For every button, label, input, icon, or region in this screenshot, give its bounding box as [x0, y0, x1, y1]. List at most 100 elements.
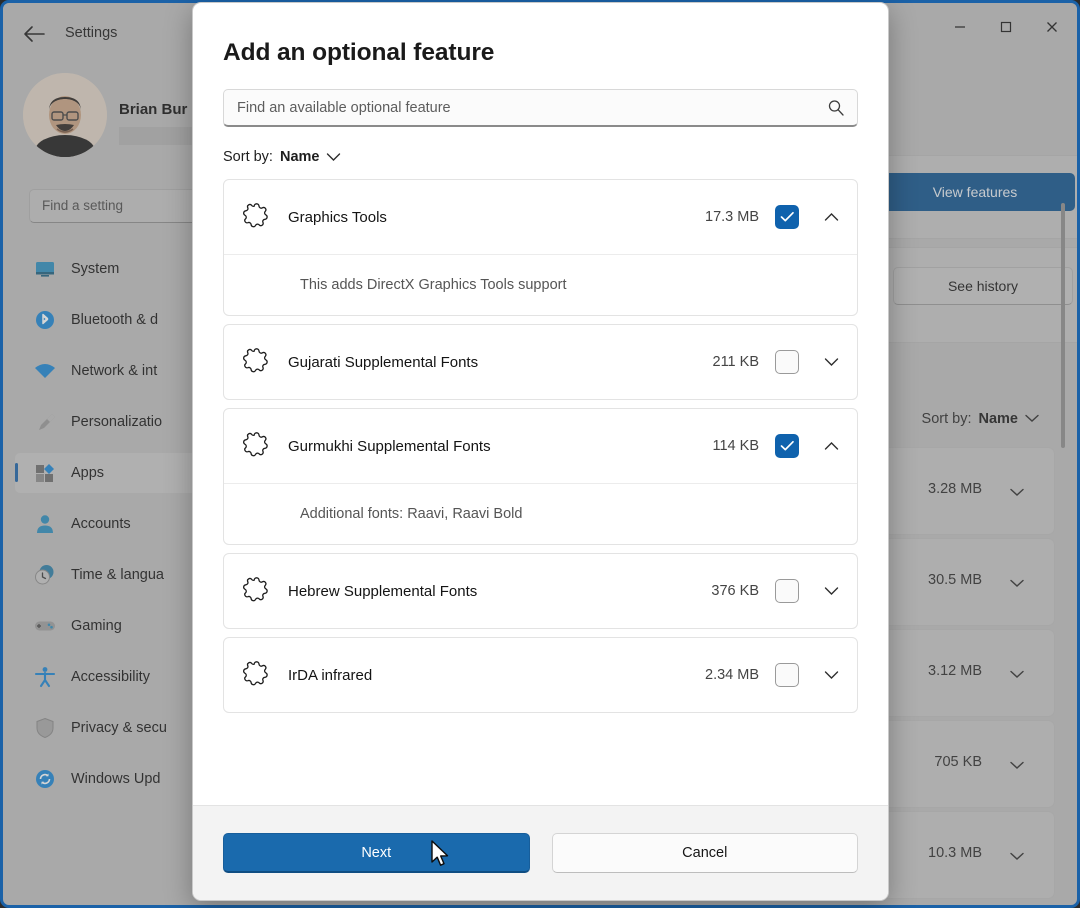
list-item[interactable]: Graphics Tools 17.3 MB This adds DirectX… [223, 179, 858, 316]
monitor-icon [33, 257, 57, 281]
cancel-button[interactable]: Cancel [551, 833, 858, 873]
minimize-button[interactable] [937, 9, 983, 45]
row-size: 3.28 MB [928, 481, 982, 497]
background-sort-by-label: Sort by: [921, 411, 972, 427]
settings-search-placeholder: Find a setting [42, 198, 124, 213]
optional-feature-list: Graphics Tools 17.3 MB This adds DirectX… [223, 179, 858, 713]
optional-feature-icon [242, 347, 272, 377]
feature-row[interactable]: IrDA infrared 2.34 MB [224, 638, 857, 712]
person-icon [33, 512, 57, 536]
chevron-down-icon[interactable] [821, 581, 841, 601]
view-features-button[interactable]: View features [875, 173, 1075, 211]
see-history-button[interactable]: See history [893, 267, 1073, 305]
sidebar-item-network[interactable]: Network & int [15, 351, 203, 391]
chevron-down-icon[interactable] [1010, 757, 1024, 775]
feature-size: 2.34 MB [705, 667, 759, 683]
list-item[interactable]: IrDA infrared 2.34 MB [223, 637, 858, 713]
row-size: 30.5 MB [928, 572, 982, 588]
optional-feature-icon [242, 576, 272, 606]
chevron-down-icon[interactable] [1010, 848, 1024, 866]
back-arrow-icon[interactable] [21, 23, 47, 45]
clock-icon [33, 563, 57, 587]
feature-name: IrDA infrared [288, 666, 373, 684]
maximize-button[interactable] [983, 9, 1029, 45]
dialog-footer: Next Cancel [193, 805, 888, 900]
avatar[interactable] [23, 73, 107, 157]
sidebar-item-time-language[interactable]: Time & langua [15, 555, 203, 595]
sidebar-nav: System Bluetooth & d Network & int Perso… [15, 249, 203, 810]
feature-search-input[interactable]: Find an available optional feature [223, 89, 858, 127]
sidebar-item-label: Personalizatio [71, 414, 163, 430]
sidebar-item-privacy-security[interactable]: Privacy & secu [15, 708, 203, 748]
feature-checkbox[interactable] [775, 663, 799, 687]
optional-feature-icon [242, 202, 272, 232]
feature-size: 17.3 MB [705, 209, 759, 225]
feature-checkbox[interactable] [775, 350, 799, 374]
sidebar-item-label: Accessibility [71, 669, 150, 685]
sidebar-item-windows-update[interactable]: Windows Upd [15, 759, 203, 799]
window-title: Settings [65, 25, 118, 41]
sidebar-item-label: Windows Upd [71, 771, 161, 787]
search-icon[interactable] [827, 99, 845, 122]
shield-icon [33, 716, 57, 740]
sidebar-item-accounts[interactable]: Accounts [15, 504, 203, 544]
sidebar-item-accessibility[interactable]: Accessibility [15, 657, 203, 697]
chevron-down-icon[interactable] [1010, 484, 1024, 502]
chevron-down-icon[interactable] [1010, 666, 1024, 684]
feature-name: Hebrew Supplemental Fonts [288, 582, 478, 600]
apps-icon [33, 461, 57, 485]
sidebar-item-label: Gaming [71, 618, 122, 634]
sidebar-item-bluetooth[interactable]: Bluetooth & d [15, 300, 203, 340]
next-button[interactable]: Next [223, 833, 530, 873]
sidebar-item-system[interactable]: System [15, 249, 203, 289]
user-name: Brian Bur [119, 101, 188, 118]
dialog-body: Add an optional feature Find an availabl… [193, 3, 888, 805]
row-size: 705 KB [934, 754, 982, 770]
dialog-title: Add an optional feature [223, 39, 495, 66]
sidebar-item-label: Time & langua [71, 567, 164, 583]
feature-checkbox[interactable] [775, 434, 799, 458]
sidebar-item-personalization[interactable]: Personalizatio [15, 402, 203, 442]
row-size: 3.12 MB [928, 663, 982, 679]
content-scrollbar[interactable] [1061, 203, 1065, 448]
feature-size: 376 KB [711, 583, 759, 599]
close-button[interactable] [1029, 9, 1075, 45]
feature-row[interactable]: Graphics Tools 17.3 MB [224, 180, 857, 254]
feature-checkbox[interactable] [775, 205, 799, 229]
settings-search-input[interactable]: Find a setting [29, 189, 215, 223]
sidebar-item-label: System [71, 261, 120, 277]
feature-checkbox[interactable] [775, 579, 799, 603]
add-optional-feature-dialog: Add an optional feature Find an availabl… [192, 2, 889, 901]
feature-name: Graphics Tools [288, 208, 387, 226]
dialog-sort-by-label: Sort by: [223, 149, 273, 165]
feature-name: Gurmukhi Supplemental Fonts [288, 437, 491, 455]
list-item[interactable]: Hebrew Supplemental Fonts 376 KB [223, 553, 858, 629]
feature-description: Additional fonts: Raavi, Raavi Bold [224, 483, 857, 544]
dialog-sort-by[interactable]: Sort by: Name [223, 149, 858, 165]
optional-feature-icon [242, 431, 272, 461]
list-item[interactable]: Gujarati Supplemental Fonts 211 KB [223, 324, 858, 400]
dialog-sort-by-value: Name [279, 149, 320, 165]
feature-row[interactable]: Hebrew Supplemental Fonts 376 KB [224, 554, 857, 628]
feature-row[interactable]: Gujarati Supplemental Fonts 211 KB [224, 325, 857, 399]
chevron-down-icon[interactable] [821, 665, 841, 685]
feature-search-placeholder: Find an available optional feature [237, 100, 451, 116]
sidebar-item-label: Bluetooth & d [71, 312, 159, 328]
feature-size: 211 KB [712, 354, 760, 370]
chevron-up-icon[interactable] [821, 436, 841, 456]
gamepad-icon [33, 614, 57, 638]
chevron-down-icon [1025, 411, 1039, 427]
chevron-down-icon[interactable] [821, 352, 841, 372]
window-controls [937, 9, 1075, 45]
sidebar-item-apps[interactable]: Apps [15, 453, 203, 493]
bluetooth-icon [33, 308, 57, 332]
sidebar-item-gaming[interactable]: Gaming [15, 606, 203, 646]
settings-sidebar: Brian Bur Find a setting System Bluetoot… [3, 51, 224, 905]
update-icon [33, 767, 57, 791]
chevron-down-icon [326, 152, 341, 162]
feature-row[interactable]: Gurmukhi Supplemental Fonts 114 KB [224, 409, 857, 483]
chevron-down-icon[interactable] [1010, 575, 1024, 593]
list-item[interactable]: Gurmukhi Supplemental Fonts 114 KB Addit… [223, 408, 858, 545]
background-sort-by[interactable]: Sort by: Name [922, 411, 1039, 427]
chevron-up-icon[interactable] [821, 207, 841, 227]
